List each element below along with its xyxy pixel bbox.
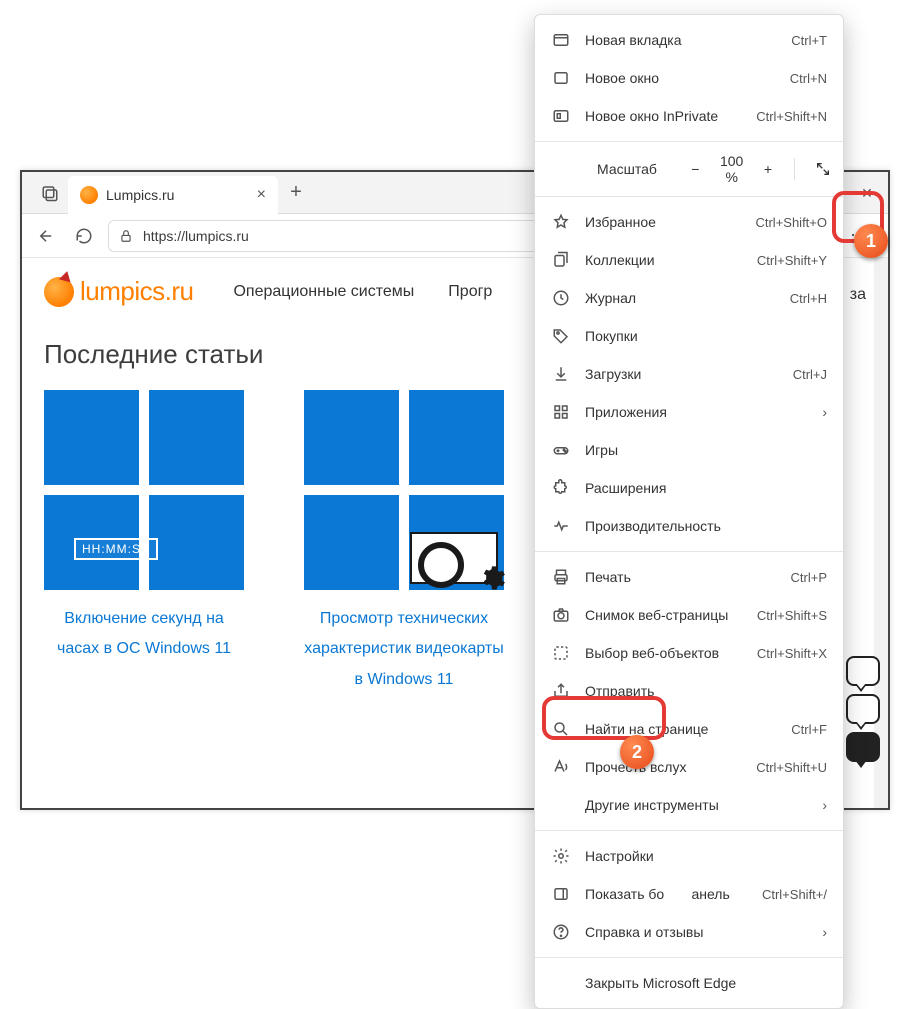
zoom-out-button[interactable]: − xyxy=(689,158,702,180)
menu-find[interactable]: Найти на странице Ctrl+F xyxy=(535,710,843,748)
zoom-label: Масштаб xyxy=(597,161,657,177)
chat-bubble-filled-icon[interactable] xyxy=(846,732,880,762)
menu-more-tools[interactable]: Другие инструменты › xyxy=(535,786,843,824)
menu-zoom: Масштаб − 100 % + xyxy=(535,148,843,190)
logo-icon xyxy=(44,277,74,307)
chat-bubble-icon[interactable] xyxy=(846,694,880,724)
url-text: https://lumpics.ru xyxy=(143,228,249,244)
menu-read-aloud[interactable]: Прочесть вслух Ctrl+Shift+U xyxy=(535,748,843,786)
menu-shopping[interactable]: Покупки xyxy=(535,317,843,355)
browser-menu: Новая вкладка Ctrl+T Новое окно Ctrl+N Н… xyxy=(534,14,844,1009)
history-icon xyxy=(551,289,571,307)
menu-print[interactable]: Печать Ctrl+P xyxy=(535,558,843,596)
chat-bubble-icon[interactable] xyxy=(846,656,880,686)
window-icon xyxy=(551,69,571,87)
menu-extensions[interactable]: Расширения xyxy=(535,469,843,507)
menu-web-capture[interactable]: Снимок веб-страницы Ctrl+Shift+S xyxy=(535,596,843,634)
menu-inprivate[interactable]: Новое окно InPrivate Ctrl+Shift+N xyxy=(535,97,843,135)
window-controls: ✕ xyxy=(852,172,882,214)
select-icon xyxy=(551,644,571,662)
menu-collections[interactable]: Коллекции Ctrl+Shift+Y xyxy=(535,241,843,279)
menu-close-edge[interactable]: Закрыть Microsoft Edge xyxy=(535,964,843,1002)
puzzle-icon xyxy=(551,479,571,497)
tab-title: Lumpics.ru xyxy=(106,187,174,203)
menu-web-select[interactable]: Выбор веб-объектов Ctrl+Shift+X xyxy=(535,634,843,672)
tab-actions-icon[interactable] xyxy=(32,184,68,202)
menu-performance[interactable]: Производительность xyxy=(535,507,843,545)
zoom-in-button[interactable]: + xyxy=(762,158,775,180)
logo-text: lumpics.ru xyxy=(80,276,193,307)
nav-os[interactable]: Операционные системы xyxy=(233,283,414,301)
browser-tab[interactable]: Lumpics.ru × xyxy=(68,176,278,214)
fullscreen-button[interactable] xyxy=(815,158,831,180)
chevron-right-icon: › xyxy=(822,404,827,420)
menu-games[interactable]: Игры xyxy=(535,431,843,469)
menu-new-window[interactable]: Новое окно Ctrl+N xyxy=(535,59,843,97)
site-nav: Операционные системы Прогр xyxy=(233,283,492,301)
menu-help[interactable]: Справка и отзывы › xyxy=(535,913,843,951)
search-icon xyxy=(551,720,571,738)
chevron-right-icon: › xyxy=(822,797,827,813)
article-card[interactable]: HH:MM:SS Включение секунд на часах в ОС … xyxy=(44,390,244,695)
camera-icon xyxy=(551,606,571,624)
menu-share[interactable]: Отправить xyxy=(535,672,843,710)
menu-new-tab[interactable]: Новая вкладка Ctrl+T xyxy=(535,21,843,59)
chevron-right-icon: › xyxy=(822,924,827,940)
tab-close-button[interactable]: × xyxy=(257,186,266,204)
nav-programs-truncated[interactable]: Прогр xyxy=(448,283,492,301)
window-close-button[interactable]: ✕ xyxy=(852,185,882,202)
feedback-bubbles xyxy=(846,656,880,762)
collections-icon xyxy=(551,251,571,269)
gpu-icon xyxy=(410,532,498,584)
nav-fragment-right: за xyxy=(850,286,866,304)
menu-settings[interactable]: Настройки xyxy=(535,837,843,875)
article-card[interactable]: Просмотр технических характеристик видео… xyxy=(304,390,504,695)
annotation-badge-2: 2 xyxy=(620,735,654,769)
card-thumbnail xyxy=(304,390,504,590)
gamepad-icon xyxy=(551,441,571,459)
card-title: Просмотр технических характеристик видео… xyxy=(304,604,504,695)
tab-favicon xyxy=(80,186,98,204)
menu-favorites[interactable]: Избранное Ctrl+Shift+O xyxy=(535,203,843,241)
card-thumbnail: HH:MM:SS xyxy=(44,390,244,590)
tag-icon xyxy=(551,327,571,345)
menu-show-sidebar[interactable]: Показать бо анель Ctrl+Shift+/ xyxy=(535,875,843,913)
printer-icon xyxy=(551,568,571,586)
site-logo[interactable]: lumpics.ru xyxy=(44,276,193,307)
heartbeat-icon xyxy=(551,517,571,535)
sidebar-icon xyxy=(551,885,571,903)
download-icon xyxy=(551,365,571,383)
menu-apps[interactable]: Приложения › xyxy=(535,393,843,431)
share-icon xyxy=(551,682,571,700)
read-aloud-icon xyxy=(551,758,571,776)
lock-icon xyxy=(119,229,133,243)
back-button[interactable] xyxy=(32,222,60,250)
menu-history[interactable]: Журнал Ctrl+H xyxy=(535,279,843,317)
annotation-badge-1: 1 xyxy=(854,224,888,258)
menu-downloads[interactable]: Загрузки Ctrl+J xyxy=(535,355,843,393)
star-icon xyxy=(551,213,571,231)
card-title: Включение секунд на часах в ОС Windows 1… xyxy=(44,604,244,665)
clock-badge: HH:MM:SS xyxy=(74,538,158,560)
refresh-button[interactable] xyxy=(70,222,98,250)
gear-icon xyxy=(551,847,571,865)
tab-icon xyxy=(551,31,571,49)
apps-icon xyxy=(551,403,571,421)
zoom-value: 100 % xyxy=(718,153,746,185)
inprivate-icon xyxy=(551,107,571,125)
new-tab-button[interactable]: + xyxy=(278,181,314,204)
help-icon xyxy=(551,923,571,941)
